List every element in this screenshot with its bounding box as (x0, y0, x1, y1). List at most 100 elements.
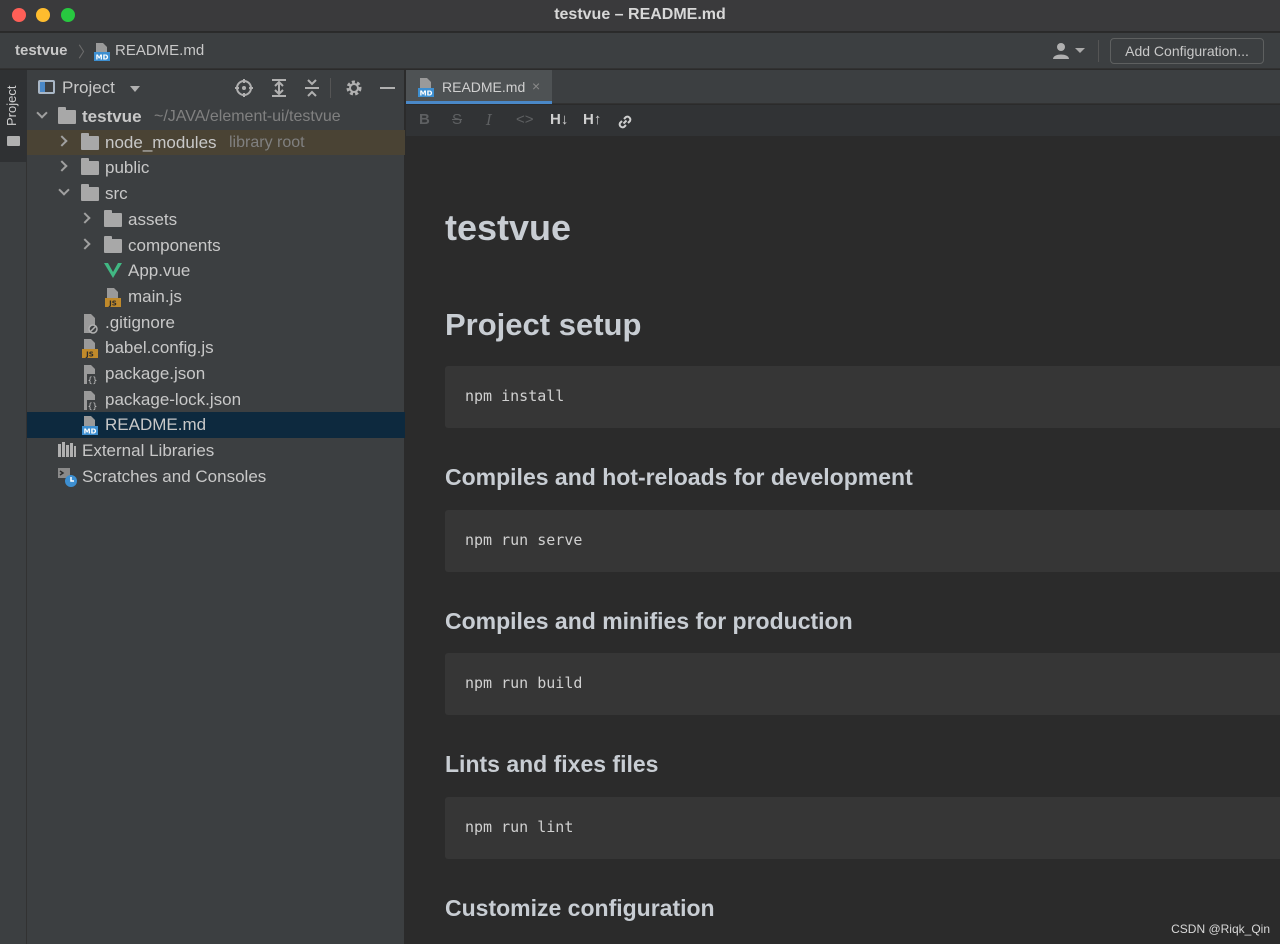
link-icon[interactable] (616, 113, 634, 131)
tree-item-main-js[interactable]: JS main.js (27, 284, 405, 310)
svg-text:MD: MD (84, 428, 97, 436)
vue-icon (104, 263, 122, 279)
folder-icon (81, 132, 99, 150)
folder-icon (58, 107, 76, 124)
folder-icon (7, 136, 20, 146)
code-text: npm run lint (465, 818, 574, 836)
hide-panel-icon[interactable] (377, 78, 397, 98)
project-panel: Project testvue ~/JAVA/element-ui/testvu… (27, 70, 405, 944)
code-block: npm run build (445, 653, 1280, 715)
close-icon[interactable]: × (532, 78, 540, 94)
tree-item-testvue[interactable]: testvue ~/JAVA/element-ui/testvue (27, 104, 405, 130)
navigation-bar: testvue 〉 MD README.md Add Configuration… (0, 33, 1280, 69)
expand-all-icon[interactable] (269, 78, 289, 98)
divider (1098, 40, 1099, 62)
code-button[interactable]: <> (516, 111, 534, 128)
project-window-icon (38, 80, 55, 94)
tree-item-label: .gitignore (105, 312, 175, 332)
bold-button[interactable]: B (419, 111, 430, 128)
tree-item-label: public (105, 158, 150, 178)
preview-heading: Customize configuration (445, 895, 715, 921)
code-text: npm run build (465, 674, 583, 692)
json-file-icon: {} (84, 390, 98, 410)
divider (330, 78, 331, 98)
code-block: npm run serve (445, 510, 1280, 572)
svg-text:MD: MD (420, 90, 433, 98)
scratches-icon (58, 467, 77, 487)
js-file-icon: JS (82, 339, 98, 359)
code-text: npm install (465, 387, 565, 405)
folder-icon (104, 209, 122, 227)
tree-item-label: package.json (105, 364, 206, 383)
tree-item-label: Scratches and Consoles (82, 466, 267, 486)
preview-heading: Compiles and minifies for production (445, 608, 853, 634)
tree-item-gitignore[interactable]: .gitignore (27, 310, 405, 336)
preview-heading: Compiles and hot-reloads for development (445, 464, 913, 490)
tree-item-path: ~/JAVA/element-ui/testvue (154, 108, 341, 125)
strikethrough-button[interactable]: S (452, 111, 462, 128)
tree-item-scratches[interactable]: Scratches and Consoles (27, 464, 405, 490)
chevron-right-icon[interactable] (56, 160, 68, 173)
folder-icon (81, 158, 99, 176)
tree-item-app-vue[interactable]: App.vue (27, 258, 405, 284)
chevron-right-icon[interactable] (79, 212, 91, 224)
project-tool-tab[interactable]: Project (0, 70, 27, 162)
project-tool-tab-label: Project (4, 85, 19, 126)
code-text: npm run serve (465, 531, 583, 549)
user-icon[interactable] (1052, 42, 1072, 60)
increase-heading-button[interactable]: H↑ (583, 111, 601, 128)
collapse-all-icon[interactable] (302, 78, 322, 98)
decrease-heading-button[interactable]: H↓ (550, 111, 568, 128)
md-file-icon: MD (94, 43, 110, 62)
editor-tab-bar: MD README.md × (406, 70, 1280, 104)
tree-item-label: App.vue (128, 261, 191, 281)
tree-item-label: External Libraries (82, 441, 215, 461)
tree-item-label: main.js (128, 286, 182, 306)
project-view-selector[interactable]: Project (62, 78, 115, 98)
chevron-down-icon[interactable] (58, 184, 70, 196)
chevron-down-icon[interactable] (1075, 48, 1085, 53)
tree-item-label: testvue (82, 107, 142, 126)
json-file-icon: {} (84, 365, 98, 385)
gear-icon[interactable] (344, 78, 364, 98)
md-file-icon: MD (418, 78, 434, 98)
italic-button[interactable]: I (486, 111, 492, 129)
tree-item-label: package-lock.json (105, 389, 242, 409)
preview-heading: Lints and fixes files (445, 751, 659, 777)
tree-item-assets[interactable]: assets (27, 207, 405, 233)
folder-icon (81, 184, 99, 202)
locate-file-icon[interactable] (234, 78, 254, 98)
tree-item-package-lock-json[interactable]: {} package-lock.json (27, 387, 405, 413)
folder-icon (104, 235, 122, 253)
chevron-down-icon[interactable] (130, 86, 140, 92)
watermark: CSDN @Riqk_Qin (1171, 922, 1270, 936)
tree-item-label: babel.config.js (105, 338, 214, 358)
tree-item-label: node_modules (105, 132, 217, 152)
tree-item-label: src (105, 184, 128, 204)
tree-item-external-libraries[interactable]: External Libraries (27, 438, 405, 464)
add-configuration-button[interactable]: Add Configuration... (1110, 38, 1264, 64)
breadcrumb-separator-icon: 〉 (78, 44, 94, 61)
tree-item-src[interactable]: src (27, 181, 405, 207)
tree-item-hint: library root (229, 133, 305, 151)
project-panel-header: Project (27, 70, 405, 104)
tree-item-readme[interactable]: MD README.md (27, 412, 405, 439)
code-block: npm run lint (445, 797, 1280, 859)
md-file-icon: MD (82, 416, 98, 436)
chevron-right-icon[interactable] (56, 135, 68, 147)
tree-item-node-modules[interactable]: node_modules library root (27, 129, 405, 156)
window-title: testvue – README.md (554, 6, 726, 23)
chevron-down-icon[interactable] (36, 107, 48, 119)
ignore-file-icon (84, 313, 98, 334)
tab-readme[interactable]: MD README.md × (406, 70, 552, 104)
tree-item-package-json[interactable]: {} package.json (27, 361, 405, 387)
breadcrumb-project[interactable]: testvue (15, 42, 68, 59)
chevron-right-icon[interactable] (79, 237, 91, 250)
tree-item-label: README.md (105, 415, 207, 435)
breadcrumb-file[interactable]: README.md (115, 42, 204, 59)
tree-item-components[interactable]: components (27, 233, 405, 259)
js-file-icon: JS (105, 287, 121, 307)
tree-item-public[interactable]: public (27, 155, 405, 181)
tree-item-babel-config[interactable]: JS babel.config.js (27, 335, 405, 361)
svg-text:MD: MD (96, 54, 109, 62)
